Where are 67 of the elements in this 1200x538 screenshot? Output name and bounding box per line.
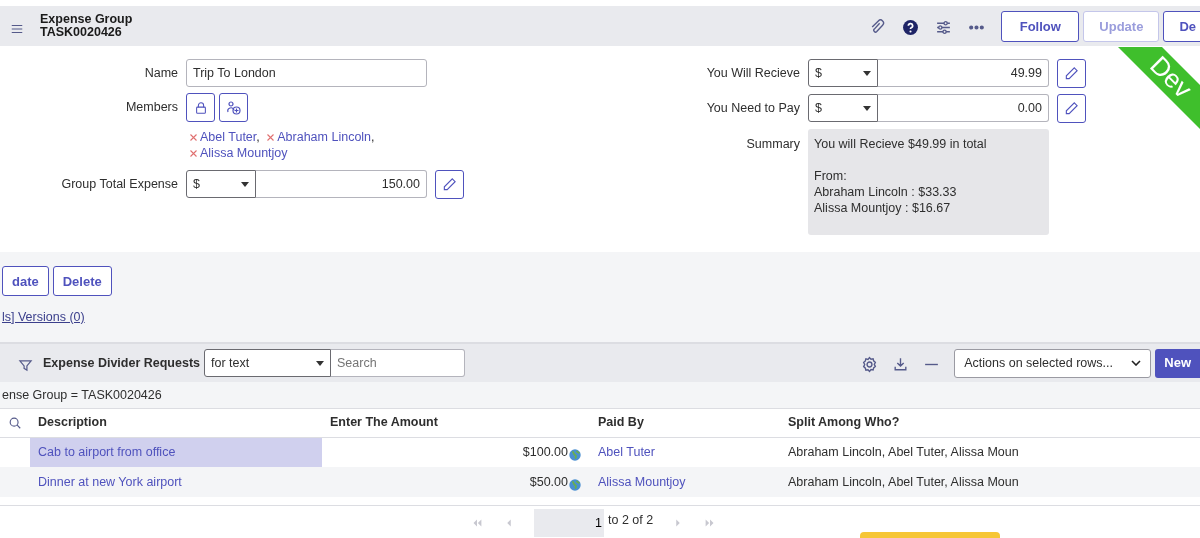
search-field[interactable]: Search [331,349,465,377]
member-link[interactable]: Alissa Mountjoy [200,146,288,160]
record-number: TASK0020426 [40,26,122,40]
field-label: You Will Recieve [705,65,801,82]
name-field[interactable]: Trip To London [186,59,427,87]
lock-icon [193,100,208,115]
filter-breadcrumb: ense Group = TASK0020426 [0,382,1200,409]
related-link[interactable]: ls] Versions (0) [2,308,85,327]
header-button[interactable]: De [1163,10,1200,42]
form-button[interactable]: Delete [52,266,112,296]
separator: , [371,130,375,144]
caret-icon [241,181,249,187]
remove-icon[interactable] [267,134,275,141]
column-header[interactable]: Paid By [598,415,644,430]
add-person-icon [225,99,242,116]
edit-button[interactable] [1057,59,1086,88]
member-link[interactable]: Abel Tuter [200,130,257,144]
actions-select[interactable]: Actions on selected rows... [954,348,1152,378]
summary-box: You will Recieve $49.99 in total From: Abraham Lincoln : $33.33 Alissa Mountjoy : $16.67 [808,129,1049,235]
amount-field[interactable]: 49.99 [878,59,1049,87]
field-label: Summary [745,136,801,153]
new-button[interactable]: New [1155,348,1200,378]
page-range: to 2 of 2 [608,512,654,530]
add-member-button[interactable] [219,93,248,122]
header-button[interactable]: Follow [1001,10,1080,42]
lock-button[interactable] [186,93,215,122]
help-icon[interactable] [902,17,920,35]
caret-icon [863,70,871,76]
paperclip-icon[interactable] [869,17,887,35]
column-header[interactable]: Enter The Amount [330,415,438,430]
separator: , [256,130,260,144]
pencil-icon [1064,66,1079,81]
gear-icon[interactable] [861,354,879,372]
amount-text: $100.00 [522,443,568,461]
pencil-icon [442,177,457,192]
currency-select[interactable]: $ [808,94,878,122]
remove-icon[interactable] [190,134,197,141]
field-label: Members [124,99,179,116]
member-link[interactable]: Abraham Lincoln [277,130,372,144]
form-button[interactable]: date [2,266,49,296]
description-link[interactable]: Dinner at new York airport [38,474,182,489]
pencil-icon [1064,101,1079,116]
chevron-icon [1131,360,1142,366]
table-cell: Abraham Lincoln, Abel Tuter, Alissa Moun [788,474,1019,489]
list-title: Expense Divider Requests [43,354,200,372]
page-field[interactable]: 1 [534,508,604,537]
edit-button[interactable] [1057,94,1086,123]
field-label: Name [143,65,179,82]
filter-select[interactable]: for text [204,349,331,377]
caret-icon [863,105,871,111]
amount-field[interactable]: 150.00 [256,170,427,198]
amount-text: $50.00 [529,473,568,491]
paid-by-link[interactable]: Alissa Mountjoy [598,474,686,489]
edit-button[interactable] [435,170,464,199]
currency-select[interactable]: $ [186,170,256,198]
remove-icon[interactable] [190,150,197,157]
field-label: Group Total Expense [60,176,179,193]
field-label: You Need to Pay [705,100,801,117]
paid-by-link[interactable]: Abel Tuter [598,444,655,459]
form-title: Expense Group [40,12,133,26]
currency-select[interactable]: $ [808,59,878,87]
ribbon-label: Dev [1145,51,1197,103]
amount-field[interactable]: 0.00 [878,94,1049,122]
column-header[interactable]: Split Among Who? [788,415,900,430]
column-header[interactable]: Description [38,415,107,430]
table-cell: Abraham Lincoln, Abel Tuter, Alissa Moun [788,444,1019,459]
caret-icon [316,360,324,366]
